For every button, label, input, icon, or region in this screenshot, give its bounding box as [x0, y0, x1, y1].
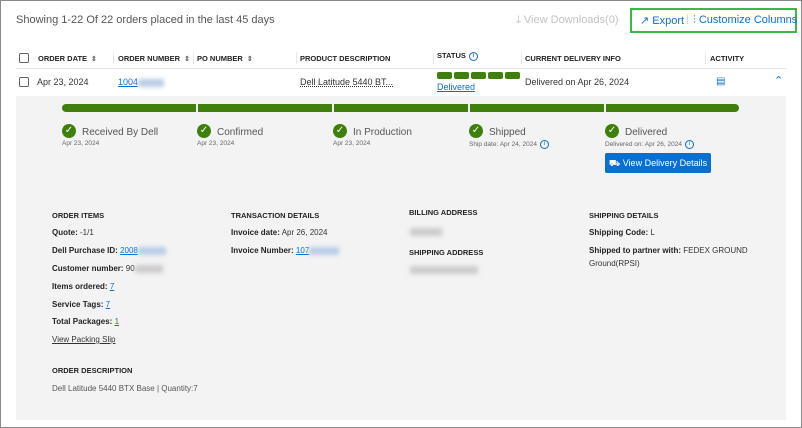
order-number: 1004	[118, 77, 139, 87]
redacted	[138, 78, 165, 87]
col-label: PO NUMBER	[197, 54, 243, 63]
order-description: Dell Latitude 5440 BTX Base | Quantity:7	[52, 384, 198, 393]
header-divider	[16, 68, 786, 69]
step-label: Received By Dell	[82, 127, 159, 138]
customer-number: Customer number: 90	[52, 264, 163, 273]
progress-segment	[198, 104, 332, 112]
collapse-chevron-icon[interactable]: ⌃	[774, 74, 783, 87]
items-ordered: Items ordered: 7	[52, 282, 115, 291]
select-all-checkbox[interactable]	[19, 53, 29, 63]
sort-icon: ⇕	[184, 56, 190, 63]
step-date: Apr 23, 2024	[197, 140, 235, 147]
status-progress-bar	[437, 72, 520, 79]
divider: |	[686, 14, 689, 25]
step-received: ✓ Received By Dell Apr 23, 2024	[62, 122, 158, 147]
step-label: Confirmed	[217, 127, 264, 138]
info-icon[interactable]: i	[468, 51, 478, 61]
transaction-heading: TRANSACTION DETAILS	[231, 211, 320, 220]
progress-segment	[62, 104, 196, 112]
info-icon[interactable]: i	[539, 140, 549, 149]
step-confirmed: ✓ Confirmed Apr 23, 2024	[197, 122, 263, 147]
order-number-link[interactable]: 1004	[118, 77, 165, 87]
step-date: Apr 23, 2024	[333, 140, 371, 147]
status-link[interactable]: Delivered	[437, 82, 475, 92]
info-icon[interactable]: i	[684, 140, 694, 149]
step-delivered: ✓ Delivered Delivered on: Apr 26, 2024 i	[605, 122, 694, 149]
total-packages: Total Packages: 1	[52, 317, 120, 326]
check-icon: ✓	[62, 123, 76, 138]
service-tags: Service Tags: 7	[52, 300, 111, 309]
order-date: Apr 23, 2024	[37, 77, 89, 87]
shipping-partner-service: Ground(RPSI)	[589, 259, 640, 268]
step-label: In Production	[353, 127, 412, 138]
col-label: STATUS	[437, 51, 466, 60]
shipping-code: Shipping Code: L	[589, 228, 655, 237]
export-button[interactable]: ↗ Export	[640, 14, 684, 27]
billing-address-heading: BILLING ADDRESS	[409, 208, 478, 217]
delivery-icon: ⛟	[608, 158, 623, 168]
check-icon: ✓	[333, 123, 347, 138]
check-icon: ✓	[605, 123, 619, 138]
shipping-address-redacted	[410, 266, 478, 274]
sort-icon: ⇕	[91, 56, 97, 63]
export-icon: ↗	[640, 15, 653, 27]
view-packing-slip-link[interactable]: View Packing Slip	[52, 335, 115, 344]
progress-segment	[606, 104, 739, 112]
invoice-number: Invoice Number: 107	[231, 246, 340, 255]
step-label: Delivered	[625, 127, 668, 138]
col-po-number[interactable]: PO NUMBER ⇕	[197, 54, 253, 63]
shipping-partner: Shipped to partner with: FEDEX GROUND	[589, 246, 748, 255]
check-icon: ✓	[469, 123, 483, 138]
col-activity: ACTIVITY	[710, 54, 745, 63]
col-label: ORDER NUMBER	[118, 54, 181, 63]
product-description[interactable]: Dell Latitude 5440 BT...	[300, 77, 393, 87]
step-shipped: ✓ Shipped Ship date: Apr 24, 2024 i	[469, 122, 549, 149]
export-label: Export	[652, 15, 685, 27]
billing-address-redacted	[410, 228, 442, 236]
progress-segment	[470, 104, 604, 112]
col-status: STATUS i	[437, 51, 478, 61]
view-downloads-button[interactable]: ⤓ View Downloads(0)	[516, 14, 619, 27]
col-order-number[interactable]: ORDER NUMBER ⇕	[118, 54, 190, 63]
row-checkbox[interactable]	[19, 77, 29, 87]
dell-purchase-id: Dell Purchase ID: 2008	[52, 246, 166, 255]
view-downloads-label: View Downloads(0)	[523, 14, 619, 26]
check-icon: ✓	[197, 123, 211, 138]
step-label: Shipped	[489, 127, 526, 138]
col-delivery-info: CURRENT DELIVERY INFO	[525, 54, 621, 63]
customize-columns-button[interactable]: ⫶ Customize Columns	[693, 14, 797, 27]
button-label: View Delivery Details	[622, 158, 708, 168]
order-items-heading: ORDER ITEMS	[52, 211, 105, 220]
results-summary: Showing 1-22 Of 22 orders placed in the …	[16, 14, 275, 26]
shipping-details-heading: SHIPPING DETAILS	[589, 211, 659, 220]
col-label: ORDER DATE	[38, 54, 88, 63]
col-order-date[interactable]: ORDER DATE ⇕	[38, 54, 97, 63]
shipping-address-heading: SHIPPING ADDRESS	[409, 248, 484, 257]
col-product-description: PRODUCT DESCRIPTION	[300, 54, 391, 63]
progress-segment	[334, 104, 468, 112]
customize-label: Customize Columns	[698, 14, 798, 26]
download-icon: ⤓	[516, 14, 524, 26]
order-description-heading: ORDER DESCRIPTION	[52, 366, 133, 375]
step-date: Apr 23, 2024	[62, 140, 100, 147]
view-delivery-details-button[interactable]: ⛟ View Delivery Details	[605, 153, 711, 173]
step-date: Ship date: Apr 24, 2024	[469, 141, 537, 149]
document-icon[interactable]: ▤	[716, 76, 725, 87]
quote: Quote: -1/1	[52, 228, 94, 237]
sort-icon: ⇕	[246, 56, 253, 63]
step-date: Delivered on: Apr 26, 2024	[605, 141, 682, 149]
step-in-production: ✓ In Production Apr 23, 2024	[333, 122, 412, 147]
invoice-date: Invoice date: Apr 26, 2024	[231, 228, 328, 237]
delivery-info: Delivered on Apr 26, 2024	[525, 77, 630, 87]
